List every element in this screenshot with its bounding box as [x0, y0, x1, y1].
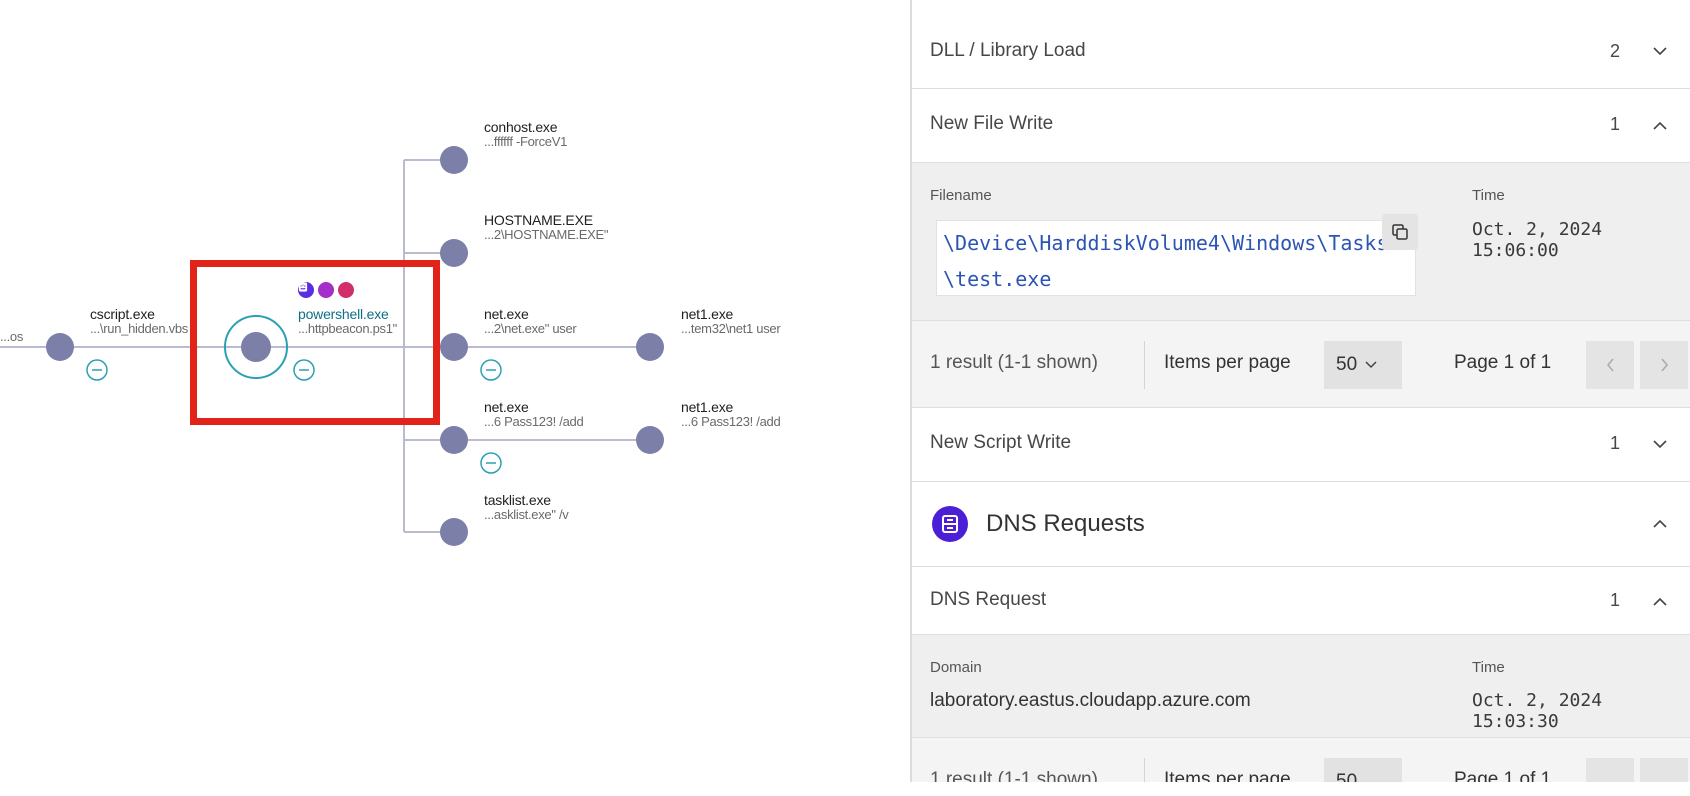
chevron-left-icon — [1606, 358, 1614, 372]
section-dll-library-load[interactable]: DLL / Library Load 2 — [912, 0, 1690, 89]
pagination-bar: 1 result (1-1 shown) Items per page 50 P… — [912, 321, 1690, 408]
items-per-page-select[interactable]: 50 — [1324, 341, 1402, 389]
items-per-page-value: 50 — [1336, 354, 1358, 375]
section-title: DLL / Library Load — [930, 40, 1086, 61]
selection-highlight-box — [190, 260, 440, 425]
process-cmd: ...2\net.exe" user — [484, 321, 577, 337]
section-dns-request[interactable]: DNS Request 1 — [912, 567, 1690, 635]
chevron-up-icon[interactable] — [1648, 113, 1672, 137]
process-name: HOSTNAME.EXE — [484, 212, 593, 228]
next-page-button[interactable] — [1640, 341, 1688, 389]
chevron-down-icon[interactable] — [1648, 39, 1672, 63]
chevron-down-icon — [1365, 361, 1377, 369]
process-label: cscript.exe ...\run_hidden.vbs — [90, 306, 188, 337]
process-name: net1.exe — [681, 399, 734, 415]
process-label: tasklist.exe ...asklist.exe" /v — [484, 492, 569, 523]
chevron-up-icon[interactable] — [1648, 589, 1672, 613]
dns-icon — [932, 506, 968, 542]
page-indicator: Page 1 of 1 — [1454, 352, 1552, 373]
section-count: 2 — [1610, 41, 1621, 61]
chevron-down-icon[interactable] — [1648, 432, 1672, 456]
process-name: net.exe — [484, 399, 529, 415]
event-details-panel: DLL / Library Load 2 New File Write 1 Fi… — [910, 0, 1690, 782]
dns-requests-header[interactable]: DNS Requests — [912, 482, 1690, 567]
process-cmd: ...6 Pass123! /add — [484, 414, 584, 430]
items-per-page-label: Items per page — [1164, 769, 1291, 782]
process-cmd: ...6 Pass123! /add — [681, 414, 781, 430]
filename-value-link[interactable]: \Device\HarddiskVolume4\Windows\Tasks\te… — [936, 220, 1416, 296]
dns-request-details: Domain Time laboratory.eastus.cloudapp.a… — [912, 635, 1690, 738]
process-cmd: ...tem32\net1 user — [681, 321, 781, 337]
process-name: cscript.exe — [90, 306, 155, 322]
section-title: DNS Request — [930, 589, 1047, 610]
process-node-tasklist[interactable] — [440, 518, 468, 546]
section-count: 1 — [1610, 114, 1621, 134]
process-node-conhost[interactable] — [440, 146, 468, 174]
pagination-bar: 1 result (1-1 shown) Items per page 50 P… — [912, 738, 1690, 782]
process-tree-graph — [0, 146, 664, 546]
process-name: tasklist.exe — [484, 492, 551, 508]
domain-value: laboratory.eastus.cloudapp.azure.com — [930, 690, 1251, 711]
file-write-time: Oct. 2, 2024 15:06:00 — [1472, 219, 1603, 261]
section-count: 1 — [1610, 433, 1621, 453]
previous-page-button[interactable] — [1586, 758, 1634, 782]
items-per-page-label: Items per page — [1164, 352, 1291, 373]
process-tree: ...os cscript.exe ...\run_hidden.vbs pow… — [0, 0, 910, 796]
section-count: 1 — [1610, 590, 1621, 610]
process-name: net1.exe — [681, 306, 734, 322]
process-node-net-add[interactable] — [440, 426, 468, 454]
process-label: net1.exe ...tem32\net1 user — [681, 306, 781, 337]
copy-button[interactable] — [1382, 214, 1418, 250]
process-label: net1.exe ...6 Pass123! /add — [681, 399, 781, 430]
process-name: net.exe — [484, 306, 529, 322]
process-name: conhost.exe — [484, 119, 558, 135]
dns-request-time: Oct. 2, 2024 15:03:30 — [1472, 690, 1603, 732]
items-per-page-select[interactable]: 50 — [1324, 758, 1402, 782]
copy-icon — [1392, 224, 1408, 240]
section-new-script-write[interactable]: New Script Write 1 — [912, 408, 1690, 482]
process-cmd: ...ffffff -ForceV1 — [484, 134, 568, 150]
domain-label: Domain — [930, 659, 982, 676]
collapse-icon[interactable] — [480, 452, 502, 474]
process-label: net.exe ...6 Pass123! /add — [484, 399, 584, 430]
chevron-up-icon[interactable] — [1648, 511, 1672, 535]
divider — [1144, 341, 1145, 389]
dns-requests-title: DNS Requests — [986, 510, 1145, 537]
section-title: New File Write — [930, 113, 1054, 134]
collapse-icon[interactable] — [480, 359, 502, 381]
results-count: 1 result (1-1 shown) — [930, 352, 1098, 373]
collapse-icon[interactable] — [86, 359, 108, 381]
time-label: Time — [1472, 187, 1505, 204]
process-node-hostname[interactable] — [440, 239, 468, 267]
section-title: New Script Write — [930, 432, 1072, 453]
process-label: net.exe ...2\net.exe" user — [484, 306, 577, 337]
filename-label: Filename — [930, 187, 992, 204]
process-cmd: ...os — [0, 329, 24, 344]
time-label: Time — [1472, 659, 1505, 676]
process-node-cscript[interactable] — [46, 333, 74, 361]
process-cmd: ...asklist.exe" /v — [484, 507, 569, 523]
process-label: conhost.exe ...ffffff -ForceV1 — [484, 119, 567, 150]
process-label: ...os — [0, 313, 23, 345]
process-node-net1-user[interactable] — [636, 333, 664, 361]
process-node-net-user[interactable] — [440, 333, 468, 361]
process-cmd: ...2\HOSTNAME.EXE" — [484, 227, 609, 243]
page-indicator: Page 1 of 1 — [1454, 769, 1552, 782]
divider — [1144, 758, 1145, 782]
chevron-right-icon — [1660, 358, 1668, 372]
process-cmd: ...\run_hidden.vbs — [90, 321, 188, 337]
section-new-file-write[interactable]: New File Write 1 — [912, 89, 1690, 163]
process-label: HOSTNAME.EXE ...2\HOSTNAME.EXE" — [484, 212, 609, 243]
previous-page-button[interactable] — [1586, 341, 1634, 389]
process-node-net1-add[interactable] — [636, 426, 664, 454]
next-page-button[interactable] — [1640, 758, 1688, 782]
results-count: 1 result (1-1 shown) — [930, 769, 1098, 782]
items-per-page-value: 50 — [1336, 771, 1358, 782]
